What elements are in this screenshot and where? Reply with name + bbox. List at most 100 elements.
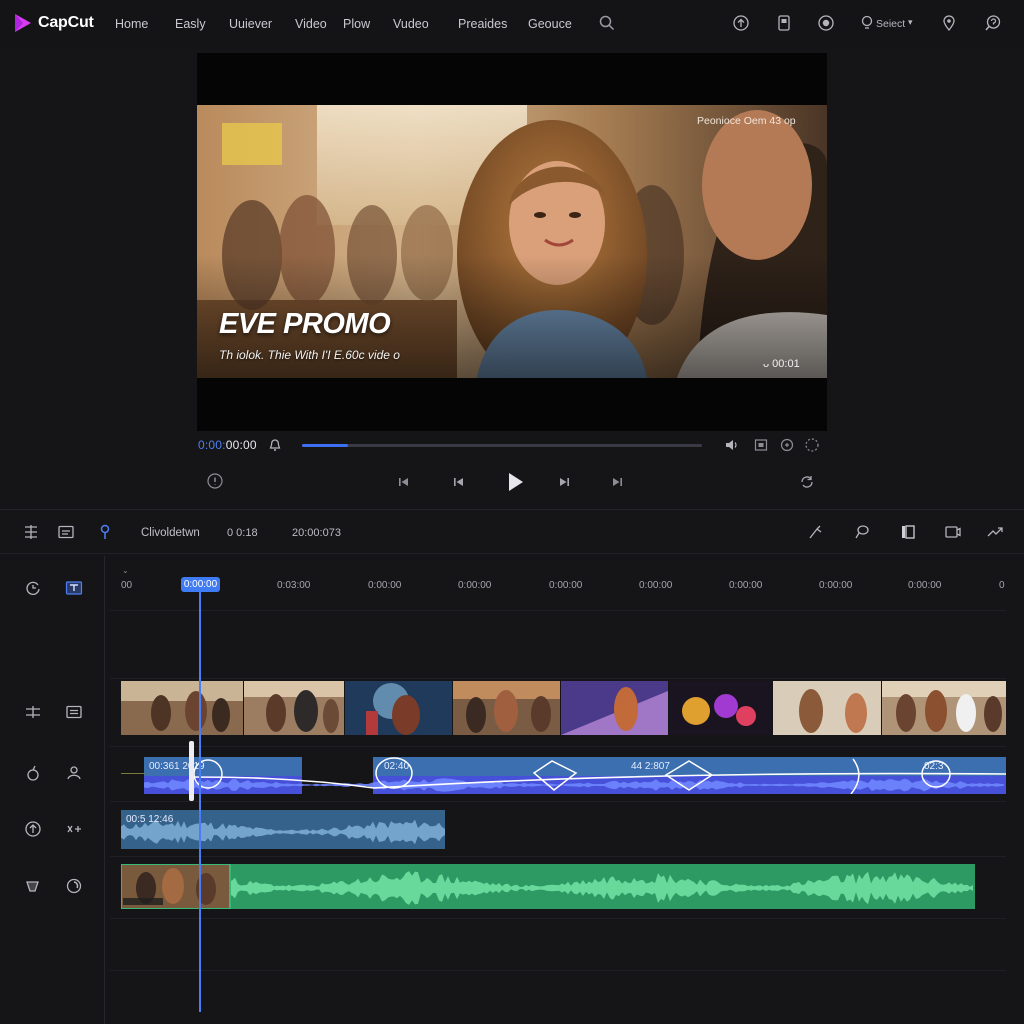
voice-icon[interactable] <box>65 820 83 838</box>
crop-frame-icon[interactable] <box>944 523 962 541</box>
video-thumbnail-frame-3 <box>345 681 452 735</box>
skip-start-icon[interactable] <box>396 474 412 490</box>
overlay-caption-top-right: Peonioce Oem 43 op <box>697 115 796 127</box>
timeline-time-a: 0 0:18 <box>227 527 258 539</box>
record-icon[interactable] <box>65 877 83 895</box>
split-icon[interactable] <box>22 523 40 541</box>
timeline-sidebar-divider <box>104 556 105 1024</box>
globe-icon[interactable] <box>817 14 835 32</box>
ruler-tick-label: 0:00:00 <box>819 580 853 591</box>
audio-track-clip-3[interactable] <box>121 864 975 909</box>
search-icon[interactable] <box>598 14 616 32</box>
track-separator <box>110 746 1006 747</box>
audio-clip-timestamp: 00:361 2019 <box>149 761 205 772</box>
nav-item-home[interactable]: Home <box>115 17 148 31</box>
audio-clip-timestamp: 44 2:807 <box>631 761 670 772</box>
chevron-down-icon[interactable]: ▾ <box>908 17 913 28</box>
sticker-icon[interactable] <box>65 764 83 782</box>
speaker-icon[interactable] <box>724 437 740 453</box>
upload-icon[interactable] <box>732 14 750 32</box>
audio-icon[interactable] <box>24 820 42 838</box>
nav-item-geouce[interactable]: Geouce <box>528 17 572 31</box>
timeline-divider <box>0 553 1024 554</box>
audio-clip-timestamp: 02:40 <box>384 761 410 772</box>
effects-icon[interactable] <box>24 764 42 782</box>
freeze-icon[interactable] <box>899 523 917 541</box>
playhead-line[interactable] <box>199 592 201 1012</box>
video-thumbnail-frame-2 <box>244 681 344 735</box>
play-icon[interactable] <box>503 470 527 494</box>
video-thumbnail-frame-8 <box>882 681 1006 735</box>
capcut-logo-icon <box>15 14 31 32</box>
sync-icon[interactable] <box>24 579 42 597</box>
audio-clip-timestamp: 00:5 12:46 <box>126 814 174 825</box>
loop-icon[interactable] <box>799 474 815 490</box>
video-thumbnail-frame-1 <box>121 681 243 735</box>
location-icon[interactable] <box>940 14 958 32</box>
nav-item-video[interactable]: Video <box>295 17 327 31</box>
video-thumbnail-frame-5 <box>561 681 668 735</box>
skip-end-icon[interactable] <box>609 474 625 490</box>
next-frame-icon[interactable] <box>556 474 572 490</box>
video-track-clip[interactable] <box>121 681 1006 735</box>
timeline-divider <box>0 509 1024 510</box>
nav-item-preaides[interactable]: Preaides <box>458 17 507 31</box>
timeline-ruler[interactable]: 00 0:03:00 0:00:00 0:00:00 0:00:00 0:00:… <box>110 570 1024 610</box>
track-separator <box>110 678 1006 679</box>
ruler-tick-label: 0:00:00 <box>549 580 583 591</box>
app-brand: CapCut <box>38 14 94 31</box>
music-clip-thumbnail <box>121 864 231 909</box>
ruler-tick-label: 0:03:00 <box>277 580 311 591</box>
ruler-tick-label: 0:00:00 <box>368 580 402 591</box>
ruler-tick-label: 0 <box>999 580 1005 591</box>
video-thumbnail-frame-7 <box>773 681 881 735</box>
ruler-tick-label: 0:00:00 <box>729 580 763 591</box>
help-icon[interactable] <box>984 14 1002 32</box>
text-box-icon[interactable] <box>65 579 83 597</box>
caption-icon[interactable] <box>57 523 75 541</box>
nav-item-plow[interactable]: Plow <box>343 17 370 31</box>
adjust-icon[interactable] <box>24 703 42 721</box>
track-separator <box>110 970 1006 971</box>
previous-frame-icon[interactable] <box>451 474 467 490</box>
fullscreen-icon[interactable] <box>804 437 820 453</box>
track-separator <box>110 856 1006 857</box>
current-timecode: 0:00:00:00 <box>198 438 257 452</box>
volume-icon[interactable] <box>267 437 283 453</box>
track-separator <box>110 918 1006 919</box>
ruler-tick-label: 00 <box>121 580 133 591</box>
overlay-duration: ᴗ 00:01 <box>763 358 800 370</box>
marker-icon[interactable] <box>96 523 114 541</box>
playback-progress-fill <box>302 444 348 447</box>
timeline-toolbar-label: Clivoldetwn <box>141 527 200 539</box>
lasso-icon[interactable] <box>853 523 871 541</box>
nav-item-uuiever[interactable]: Uuiever <box>229 17 272 31</box>
ruler-tick-label: 0:00:00 <box>458 580 492 591</box>
playback-scrubber[interactable] <box>302 444 702 447</box>
video-thumbnail-frame-6 <box>669 681 772 735</box>
video-preview-image[interactable]: EVE PROMO Th iolok. Thie With I'I E.60c … <box>197 105 827 378</box>
nav-item-easly[interactable]: Easly <box>175 17 206 31</box>
crop-icon[interactable] <box>779 437 795 453</box>
promo-subtitle-text: Th iolok. Thie With I'I E.60c vide o <box>219 348 400 362</box>
select-dropdown[interactable]: Seiect <box>876 18 905 30</box>
audio-clip-timestamp: 02:3 <box>924 761 944 772</box>
fit-icon[interactable] <box>753 437 769 453</box>
audio-lead-line <box>121 773 145 774</box>
ruler-tick-label: 0:00:00 <box>639 580 673 591</box>
ruler-tick-label: 0:00:00 <box>908 580 942 591</box>
track-separator <box>110 801 1006 802</box>
caption-track-icon[interactable] <box>65 703 83 721</box>
nav-item-vudeo[interactable]: Vudeo <box>393 17 429 31</box>
cut-icon[interactable] <box>806 523 824 541</box>
playhead-timecode[interactable]: 0:00:00 <box>181 577 220 592</box>
music-icon[interactable] <box>24 877 42 895</box>
share-icon[interactable] <box>986 523 1004 541</box>
promo-title-text: EVE PROMO <box>219 308 391 340</box>
document-icon[interactable] <box>775 14 793 32</box>
audio-track-clip-1[interactable] <box>144 757 1006 794</box>
top-nav-bar: CapCut Home Easly Uuiever Video Plow Vud… <box>0 0 1024 48</box>
bulb-icon[interactable] <box>858 14 876 32</box>
info-icon[interactable] <box>207 473 223 489</box>
video-thumbnail-frame-4 <box>453 681 560 735</box>
